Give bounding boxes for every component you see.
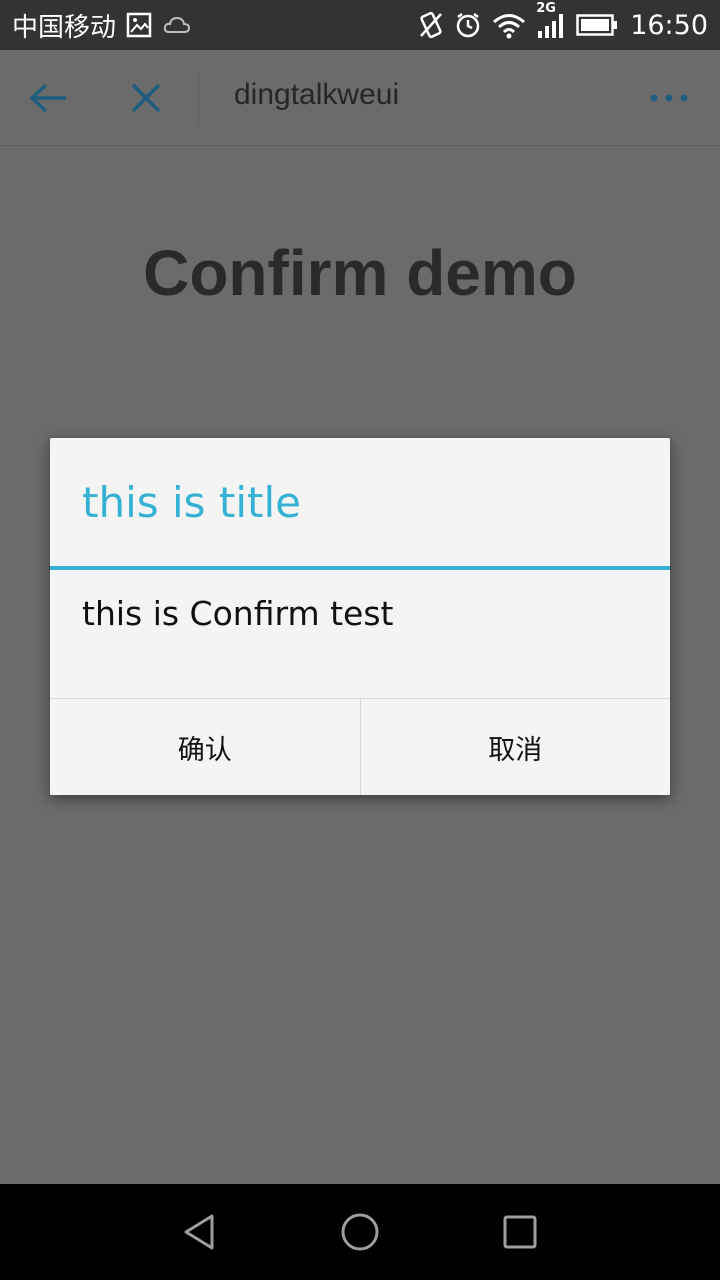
close-icon[interactable] (122, 74, 170, 122)
alarm-icon (454, 11, 482, 39)
cloud-icon (162, 13, 192, 37)
screen: 中国移动 2G 16:50 dingtalkweui Confirm demo … (0, 0, 720, 1280)
system-nav-bar (0, 1184, 720, 1280)
page-heading: Confirm demo (143, 237, 577, 309)
dialog-title-divider (50, 566, 670, 570)
clock: 16:50 (630, 9, 708, 41)
photo-icon (126, 12, 152, 38)
back-arrow-icon[interactable] (22, 74, 74, 122)
home-circle-icon[interactable] (336, 1208, 384, 1256)
dialog-actions: 确认 取消 (50, 698, 670, 795)
dialog-title: this is title (82, 478, 302, 527)
carrier-label: 中国移动 (12, 12, 117, 43)
nav-title: dingtalkweui (234, 78, 400, 111)
signal-icon: 2G (536, 1, 566, 39)
cancel-button[interactable]: 取消 (359, 699, 670, 795)
back-triangle-icon[interactable] (176, 1208, 224, 1256)
more-icon[interactable] (644, 82, 694, 114)
status-right: 2G 16:50 (408, 1, 708, 41)
vibrate-icon (418, 10, 444, 40)
status-bar: 中国移动 2G 16:50 (0, 0, 720, 50)
status-left: 中国移动 (12, 7, 192, 44)
network-badge: 2G (536, 1, 556, 16)
recents-square-icon[interactable] (496, 1208, 544, 1256)
nav-divider (198, 72, 199, 126)
confirm-button[interactable]: 确认 (50, 699, 360, 795)
confirm-dialog: this is title this is Confirm test 确认 取消 (50, 438, 670, 795)
dialog-message: this is Confirm test (82, 594, 394, 633)
battery-icon (576, 13, 618, 37)
wifi-icon (492, 11, 526, 39)
app-nav-bar: dingtalkweui (0, 50, 720, 146)
